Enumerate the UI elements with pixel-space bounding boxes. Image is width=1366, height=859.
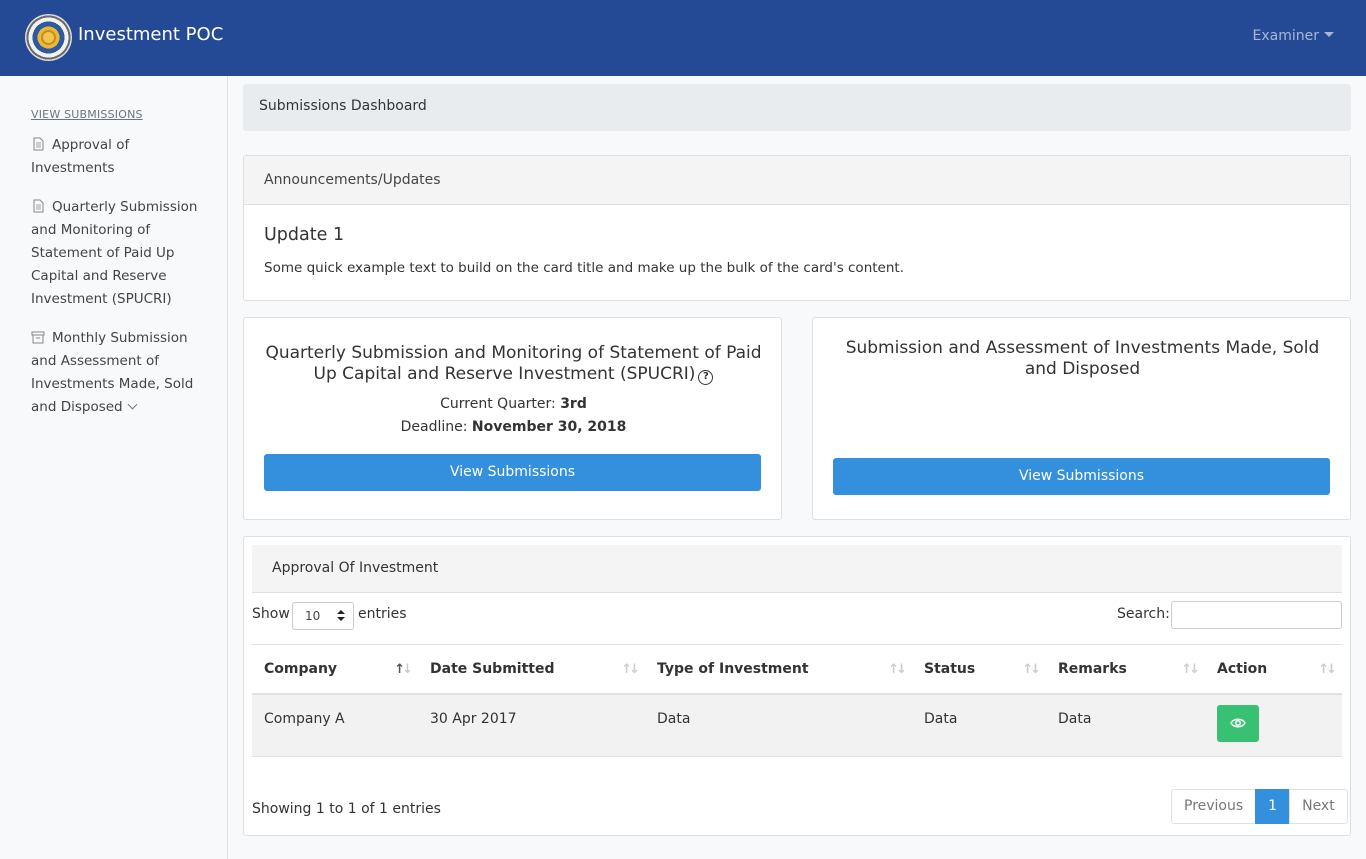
approval-table-header: Approval Of Investment xyxy=(252,545,1342,593)
investments-card-title: Submission and Assessment of Investments… xyxy=(845,338,1320,379)
column-label: Action xyxy=(1217,660,1268,677)
pagination-previous[interactable]: Previous xyxy=(1171,789,1257,824)
pagination-page-1[interactable]: 1 xyxy=(1255,789,1291,824)
sort-icon: ↑↓ xyxy=(1022,662,1041,677)
sidebar-item-label: Quarterly Submission and Monitoring of S… xyxy=(31,199,198,307)
announcement-title: Update 1 xyxy=(264,225,345,245)
sidebar-item-approval-of-investments[interactable]: Approval of Investments xyxy=(31,134,203,180)
current-quarter-value: 3rd xyxy=(560,396,587,412)
spucri-card: Quarterly Submission and Monitoring of S… xyxy=(243,317,782,520)
column-label: Status xyxy=(924,660,976,677)
sidebar-item-label: Approval of Investments xyxy=(31,137,130,176)
sidebar-item-monthly-submission[interactable]: Monthly Submission and Assessment of Inv… xyxy=(31,327,203,419)
help-icon[interactable]: ? xyxy=(698,370,714,385)
current-quarter-label: Current Quarter: xyxy=(440,396,556,412)
sort-icon: ↑↓ xyxy=(888,662,907,677)
pagination-next[interactable]: Next xyxy=(1289,789,1348,824)
sort-ascending-icon: ↑↓ xyxy=(394,662,413,677)
approval-table: Company ↑↓ Date Submitted ↑↓ Type of Inves… xyxy=(252,644,1342,757)
investments-view-submissions-button[interactable]: View Submissions xyxy=(833,458,1330,495)
deadline-line: Deadline: November 30, 2018 xyxy=(264,419,763,435)
chevron-down-icon[interactable] xyxy=(127,399,138,410)
entries-select-value: 10 xyxy=(305,609,321,623)
organization-seal-logo[interactable] xyxy=(25,14,72,61)
sort-icon: ↑↓ xyxy=(1318,662,1337,677)
deadline-label: Deadline: xyxy=(400,419,468,435)
announcement-text: Some quick example text to build on the … xyxy=(264,260,904,276)
sort-icon: ↑↓ xyxy=(1181,662,1200,677)
table-row: Company A 30 Apr 2017 Data Data Data xyxy=(252,693,1342,757)
sort-icon: ↑↓ xyxy=(621,662,640,677)
cell-date-submitted: 30 Apr 2017 xyxy=(418,693,645,757)
table-header-row: Company ↑↓ Date Submitted ↑↓ Type of Inves… xyxy=(252,644,1342,695)
user-menu-dropdown[interactable]: Examiner xyxy=(1253,28,1334,44)
cell-remarks: Data xyxy=(1046,693,1205,757)
entries-per-page-select[interactable]: 10 xyxy=(292,602,354,630)
show-label: Show xyxy=(252,606,290,622)
app-title[interactable]: Investment POC xyxy=(78,24,223,45)
archive-icon xyxy=(31,331,45,344)
pagination: Previous 1 Next xyxy=(1171,789,1348,824)
eye-icon xyxy=(1230,718,1246,727)
approval-table-card: Approval Of Investment Show 10 entries S… xyxy=(243,536,1351,836)
current-quarter-line: Current Quarter: 3rd xyxy=(264,396,763,412)
search-input[interactable] xyxy=(1171,601,1342,629)
user-menu-label: Examiner xyxy=(1252,28,1319,44)
view-button[interactable] xyxy=(1217,704,1259,742)
breadcrumb: Submissions Dashboard xyxy=(243,84,1351,131)
cell-company: Company A xyxy=(252,693,418,757)
search-label: Search: xyxy=(1117,606,1170,622)
column-header-remarks[interactable]: Remarks ↑↓ xyxy=(1046,644,1205,695)
column-header-type-of-investment[interactable]: Type of Investment ↑↓ xyxy=(645,644,912,695)
column-header-company[interactable]: Company ↑↓ xyxy=(252,644,418,695)
investments-card: Submission and Assessment of Investments… xyxy=(812,317,1351,520)
sidebar: VIEW SUBMISSIONS Approval of Investments… xyxy=(0,76,228,859)
breadcrumb-current: Submissions Dashboard xyxy=(259,98,427,114)
column-label: Date Submitted xyxy=(430,660,555,677)
cell-action xyxy=(1205,693,1342,757)
document-icon xyxy=(33,137,44,151)
table-info-text: Showing 1 to 1 of 1 entries xyxy=(252,801,441,817)
sidebar-item-label: Monthly Submission and Assessment of Inv… xyxy=(31,330,194,415)
caret-down-icon xyxy=(1324,31,1334,37)
column-label: Company xyxy=(264,660,338,677)
cell-type-of-investment: Data xyxy=(645,693,912,757)
column-header-date-submitted[interactable]: Date Submitted ↑↓ xyxy=(418,644,645,695)
sidebar-heading[interactable]: VIEW SUBMISSIONS xyxy=(31,108,143,121)
column-header-status[interactable]: Status ↑↓ xyxy=(912,644,1046,695)
select-arrows-icon xyxy=(337,610,345,622)
cell-status: Data xyxy=(912,693,1046,757)
column-header-action[interactable]: Action ↑↓ xyxy=(1205,644,1342,695)
announcements-card-header: Announcements/Updates xyxy=(244,156,1350,205)
spucri-view-submissions-button[interactable]: View Submissions xyxy=(264,454,761,491)
column-label: Remarks xyxy=(1058,660,1127,677)
spucri-card-title-text: Quarterly Submission and Monitoring of S… xyxy=(265,343,762,384)
announcements-card: Announcements/Updates Update 1 Some quic… xyxy=(243,155,1351,301)
column-label: Type of Investment xyxy=(657,660,809,677)
entries-label: entries xyxy=(358,606,407,622)
document-icon xyxy=(33,199,44,213)
spucri-card-title: Quarterly Submission and Monitoring of S… xyxy=(264,343,763,385)
deadline-value: November 30, 2018 xyxy=(471,419,627,435)
top-navbar: Investment POC Examiner xyxy=(0,0,1366,76)
main-content: Submissions Dashboard Announcements/Upda… xyxy=(228,76,1366,859)
sidebar-item-spucri[interactable]: Quarterly Submission and Monitoring of S… xyxy=(31,196,203,311)
